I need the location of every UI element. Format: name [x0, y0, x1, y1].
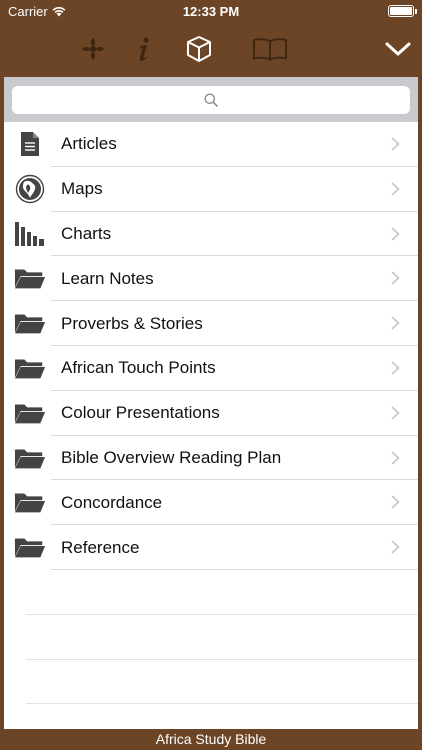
menu-item-label: Articles — [61, 134, 117, 154]
chevron-right-icon — [391, 495, 400, 509]
status-time: 12:33 PM — [182, 4, 240, 19]
search-icon — [204, 93, 218, 107]
info-icon[interactable] — [126, 32, 162, 66]
book-icon[interactable] — [252, 32, 288, 66]
chevron-right-icon — [391, 271, 400, 285]
chevron-right-icon — [391, 361, 400, 375]
menu-list: Articles Maps Charts Learn Notes Proverb… — [4, 122, 418, 729]
footer-title: Africa Study Bible — [155, 731, 267, 747]
empty-row — [4, 660, 418, 705]
menu-item-label: Colour Presentations — [61, 403, 220, 423]
chevron-right-icon — [391, 137, 400, 151]
chevron-right-icon — [391, 451, 400, 464]
battery-icon — [388, 5, 417, 17]
cube-icon[interactable] — [181, 32, 217, 66]
menu-item-learn-notes[interactable]: Learn Notes — [4, 256, 418, 301]
menu-item-label: Maps — [61, 179, 103, 199]
menu-item-label: Learn Notes — [61, 268, 154, 288]
folder-icon — [14, 353, 46, 383]
menu-panel: Articles Maps Charts Learn Notes Proverb… — [4, 77, 418, 729]
menu-item-maps[interactable]: Maps — [4, 167, 418, 212]
folder-icon — [14, 532, 46, 562]
empty-row — [4, 615, 418, 660]
globe-icon — [14, 174, 46, 204]
folder-icon — [14, 398, 46, 428]
menu-item-reference[interactable]: Reference — [4, 525, 418, 570]
empty-row — [4, 570, 418, 615]
menu-item-label: Charts — [61, 223, 112, 243]
search-bar — [4, 77, 418, 122]
toolbar — [0, 22, 422, 77]
menu-item-label: Proverbs & Stories — [61, 313, 203, 333]
empty-row — [4, 704, 418, 729]
folder-icon — [14, 487, 46, 517]
menu-item-label: Concordance — [61, 492, 163, 512]
menu-item-label: Bible Overview Reading Plan — [61, 447, 282, 467]
folder-icon — [14, 308, 46, 338]
cross-icon[interactable] — [75, 32, 111, 66]
folder-icon — [14, 263, 46, 293]
menu-item-bible-overview-reading-plan[interactable]: Bible Overview Reading Plan — [4, 436, 418, 481]
menu-item-colour-presentations[interactable]: Colour Presentations — [4, 391, 418, 436]
folder-icon — [14, 443, 46, 473]
status-bar: Carrier 12:33 PM — [0, 0, 422, 22]
battery-level — [390, 7, 412, 15]
menu-item-african-touch-points[interactable]: African Touch Points — [4, 346, 418, 391]
chevron-right-icon — [391, 316, 400, 330]
menu-item-concordance[interactable]: Concordance — [4, 480, 418, 525]
menu-item-articles[interactable]: Articles — [4, 122, 418, 167]
bar-chart-icon — [14, 219, 46, 249]
menu-item-label: Reference — [61, 537, 140, 557]
menu-item-proverbs-stories[interactable]: Proverbs & Stories — [4, 301, 418, 346]
chevron-right-icon — [391, 182, 400, 196]
chevron-right-icon — [391, 227, 400, 240]
document-icon — [14, 129, 46, 159]
menu-item-label: African Touch Points — [61, 358, 216, 378]
chevron-down-icon[interactable] — [380, 32, 416, 66]
menu-item-charts[interactable]: Charts — [4, 212, 418, 257]
chevron-right-icon — [391, 540, 400, 554]
chevron-right-icon — [391, 406, 400, 420]
search-input[interactable] — [12, 86, 410, 114]
